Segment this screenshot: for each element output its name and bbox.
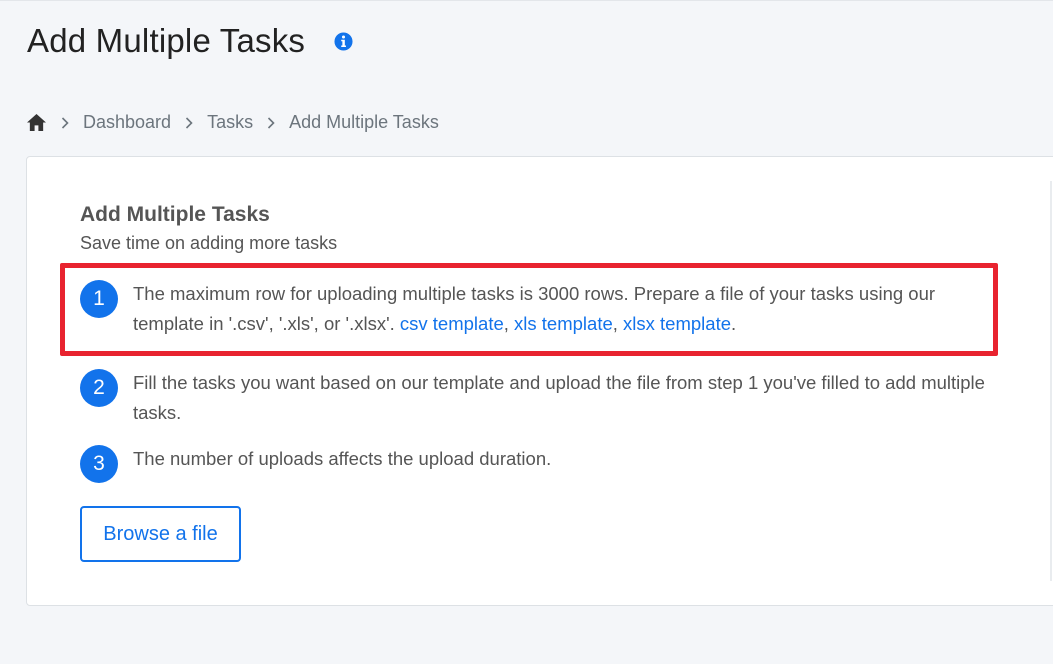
breadcrumb-dashboard[interactable]: Dashboard	[83, 112, 171, 133]
step-text: The maximum row for uploading multiple t…	[133, 279, 1000, 339]
card-scrollbar[interactable]	[1050, 181, 1052, 581]
step-3: 3 The number of uploads affects the uplo…	[80, 445, 1000, 483]
breadcrumb-tasks[interactable]: Tasks	[207, 112, 253, 133]
page-title: Add Multiple Tasks	[27, 22, 306, 59]
browse-file-button[interactable]: Browse a file	[80, 506, 241, 562]
step-number: 2	[80, 369, 118, 407]
step-text: Fill the tasks you want based on our tem…	[133, 372, 985, 423]
step-number: 1	[80, 280, 118, 318]
step-number: 3	[80, 445, 118, 483]
card-subtitle: Save time on adding more tasks	[80, 233, 338, 253]
chevron-right-icon	[185, 116, 193, 129]
link-separator: ,	[612, 313, 624, 334]
step-2: 2 Fill the tasks you want based on our t…	[80, 369, 1000, 428]
chevron-right-icon	[61, 116, 69, 129]
step-1: 1 The maximum row for uploading multiple…	[80, 280, 1000, 339]
link-separator: ,	[503, 313, 515, 334]
chevron-right-icon	[267, 116, 275, 129]
page-header: Add Multiple Tasks	[27, 22, 353, 60]
home-icon[interactable]	[26, 113, 47, 132]
card-heading: Add Multiple Tasks	[80, 203, 270, 226]
xls-template-link[interactable]: xls template	[514, 313, 613, 334]
top-border	[0, 0, 1053, 1]
sentence-end: .	[731, 313, 737, 334]
csv-template-link[interactable]: csv template	[400, 313, 504, 334]
breadcrumb: Dashboard Tasks Add Multiple Tasks	[26, 112, 439, 133]
step-text: The number of uploads affects the upload…	[133, 448, 552, 469]
breadcrumb-current: Add Multiple Tasks	[289, 112, 439, 132]
xlsx-template-link[interactable]: xlsx template	[623, 313, 731, 334]
upload-card: Add Multiple Tasks Save time on adding m…	[26, 156, 1053, 606]
info-circle-icon[interactable]	[334, 31, 353, 51]
